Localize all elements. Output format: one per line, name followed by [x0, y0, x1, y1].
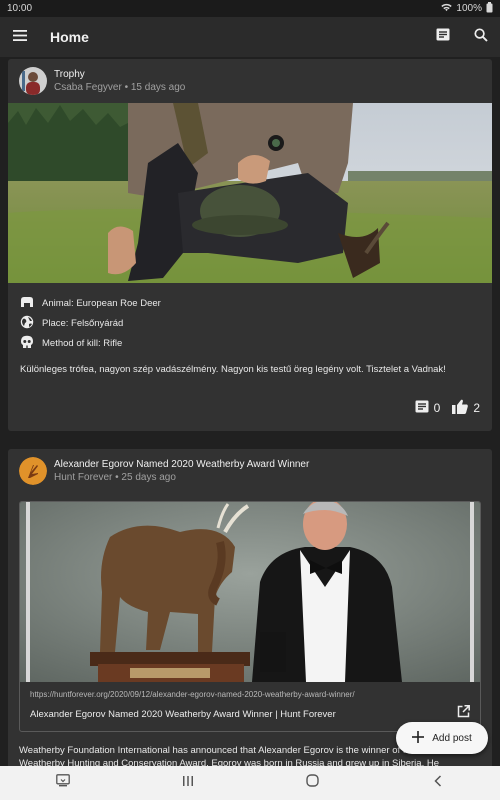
- feed[interactable]: Trophy Csaba Fegyver • 15 days ago Anima…: [0, 57, 500, 766]
- back-icon: [433, 774, 442, 792]
- post-text: Különleges trófea, nagyon szép vadászélm…: [20, 364, 446, 375]
- fact-method-text: Method of kill: Rifle: [42, 337, 123, 349]
- avatar[interactable]: [19, 457, 47, 485]
- app-bar: Home: [0, 17, 500, 57]
- post-author[interactable]: Hunt Forever: [54, 472, 112, 483]
- fact-place-text: Place: Felsőnyárád: [42, 317, 124, 329]
- back-button[interactable]: [418, 766, 458, 800]
- post-card[interactable]: Trophy Csaba Fegyver • 15 days ago Anima…: [8, 59, 492, 431]
- fact-animal-text: Animal: European Roe Deer: [42, 297, 161, 309]
- plus-icon: [412, 730, 425, 746]
- status-right: 100%: [441, 1, 493, 16]
- screenshot-icon: [55, 774, 70, 792]
- comment-button[interactable]: 0: [415, 400, 441, 416]
- status-time: 10:00: [7, 3, 33, 14]
- like-button[interactable]: 2: [452, 399, 480, 417]
- add-post-label: Add post: [432, 732, 472, 744]
- post-actions: 0 2: [415, 399, 480, 417]
- home-icon: [306, 774, 319, 792]
- menu-button[interactable]: [0, 17, 40, 57]
- skull-icon: [20, 335, 42, 352]
- wifi-icon: [441, 3, 453, 15]
- search-button[interactable]: [462, 17, 500, 57]
- recent-apps-button[interactable]: [168, 766, 208, 800]
- fact-animal: Animal: European Roe Deer: [20, 293, 492, 313]
- like-count: 2: [473, 401, 480, 415]
- fact-place: Place: Felsőnyárád: [20, 313, 492, 333]
- menu-icon: [13, 28, 27, 46]
- post-time: 15 days ago: [130, 82, 186, 93]
- post-card[interactable]: Alexander Egorov Named 2020 Weatherby Aw…: [8, 449, 492, 766]
- recent-apps-icon: [182, 774, 194, 792]
- page-title: Home: [50, 29, 89, 45]
- post-photo[interactable]: [8, 103, 492, 283]
- feed-icon: [436, 28, 450, 46]
- comment-count: 0: [433, 401, 441, 415]
- post-meta: Csaba Fegyver • 15 days ago: [54, 82, 186, 93]
- post-title[interactable]: Alexander Egorov Named 2020 Weatherby Aw…: [54, 458, 309, 471]
- post-meta: Hunt Forever • 25 days ago: [54, 472, 176, 483]
- link-url: https://huntforever.org/2020/09/12/alexa…: [30, 690, 355, 699]
- link-preview-image: [20, 502, 480, 682]
- comment-icon: [415, 400, 429, 416]
- link-preview[interactable]: https://huntforever.org/2020/09/12/alexa…: [19, 501, 481, 732]
- fact-method: Method of kill: Rifle: [20, 333, 492, 353]
- paw-icon: [20, 296, 42, 311]
- system-nav-bar: [0, 766, 500, 800]
- post-header: Alexander Egorov Named 2020 Weatherby Aw…: [8, 449, 492, 493]
- post-author[interactable]: Csaba Fegyver: [54, 82, 122, 93]
- external-link-icon[interactable]: [457, 705, 470, 723]
- post-time: 25 days ago: [121, 472, 176, 483]
- globe-icon: [20, 315, 42, 332]
- status-bar: 10:00 100%: [0, 0, 500, 17]
- thumbs-up-icon: [452, 399, 469, 417]
- post-header: Trophy Csaba Fegyver • 15 days ago: [8, 59, 492, 103]
- link-title: Alexander Egorov Named 2020 Weatherby Aw…: [30, 708, 336, 720]
- post-title[interactable]: Trophy: [54, 68, 185, 81]
- battery-percent: 100%: [456, 3, 482, 14]
- feed-button[interactable]: [424, 17, 462, 57]
- screenshot-button[interactable]: [43, 766, 83, 800]
- battery-icon: [486, 1, 493, 16]
- avatar[interactable]: [19, 67, 47, 95]
- add-post-button[interactable]: Add post: [396, 722, 488, 754]
- post-facts: Animal: European Roe Deer Place: Felsőny…: [8, 283, 492, 353]
- home-button[interactable]: [293, 766, 333, 800]
- search-icon: [474, 27, 488, 47]
